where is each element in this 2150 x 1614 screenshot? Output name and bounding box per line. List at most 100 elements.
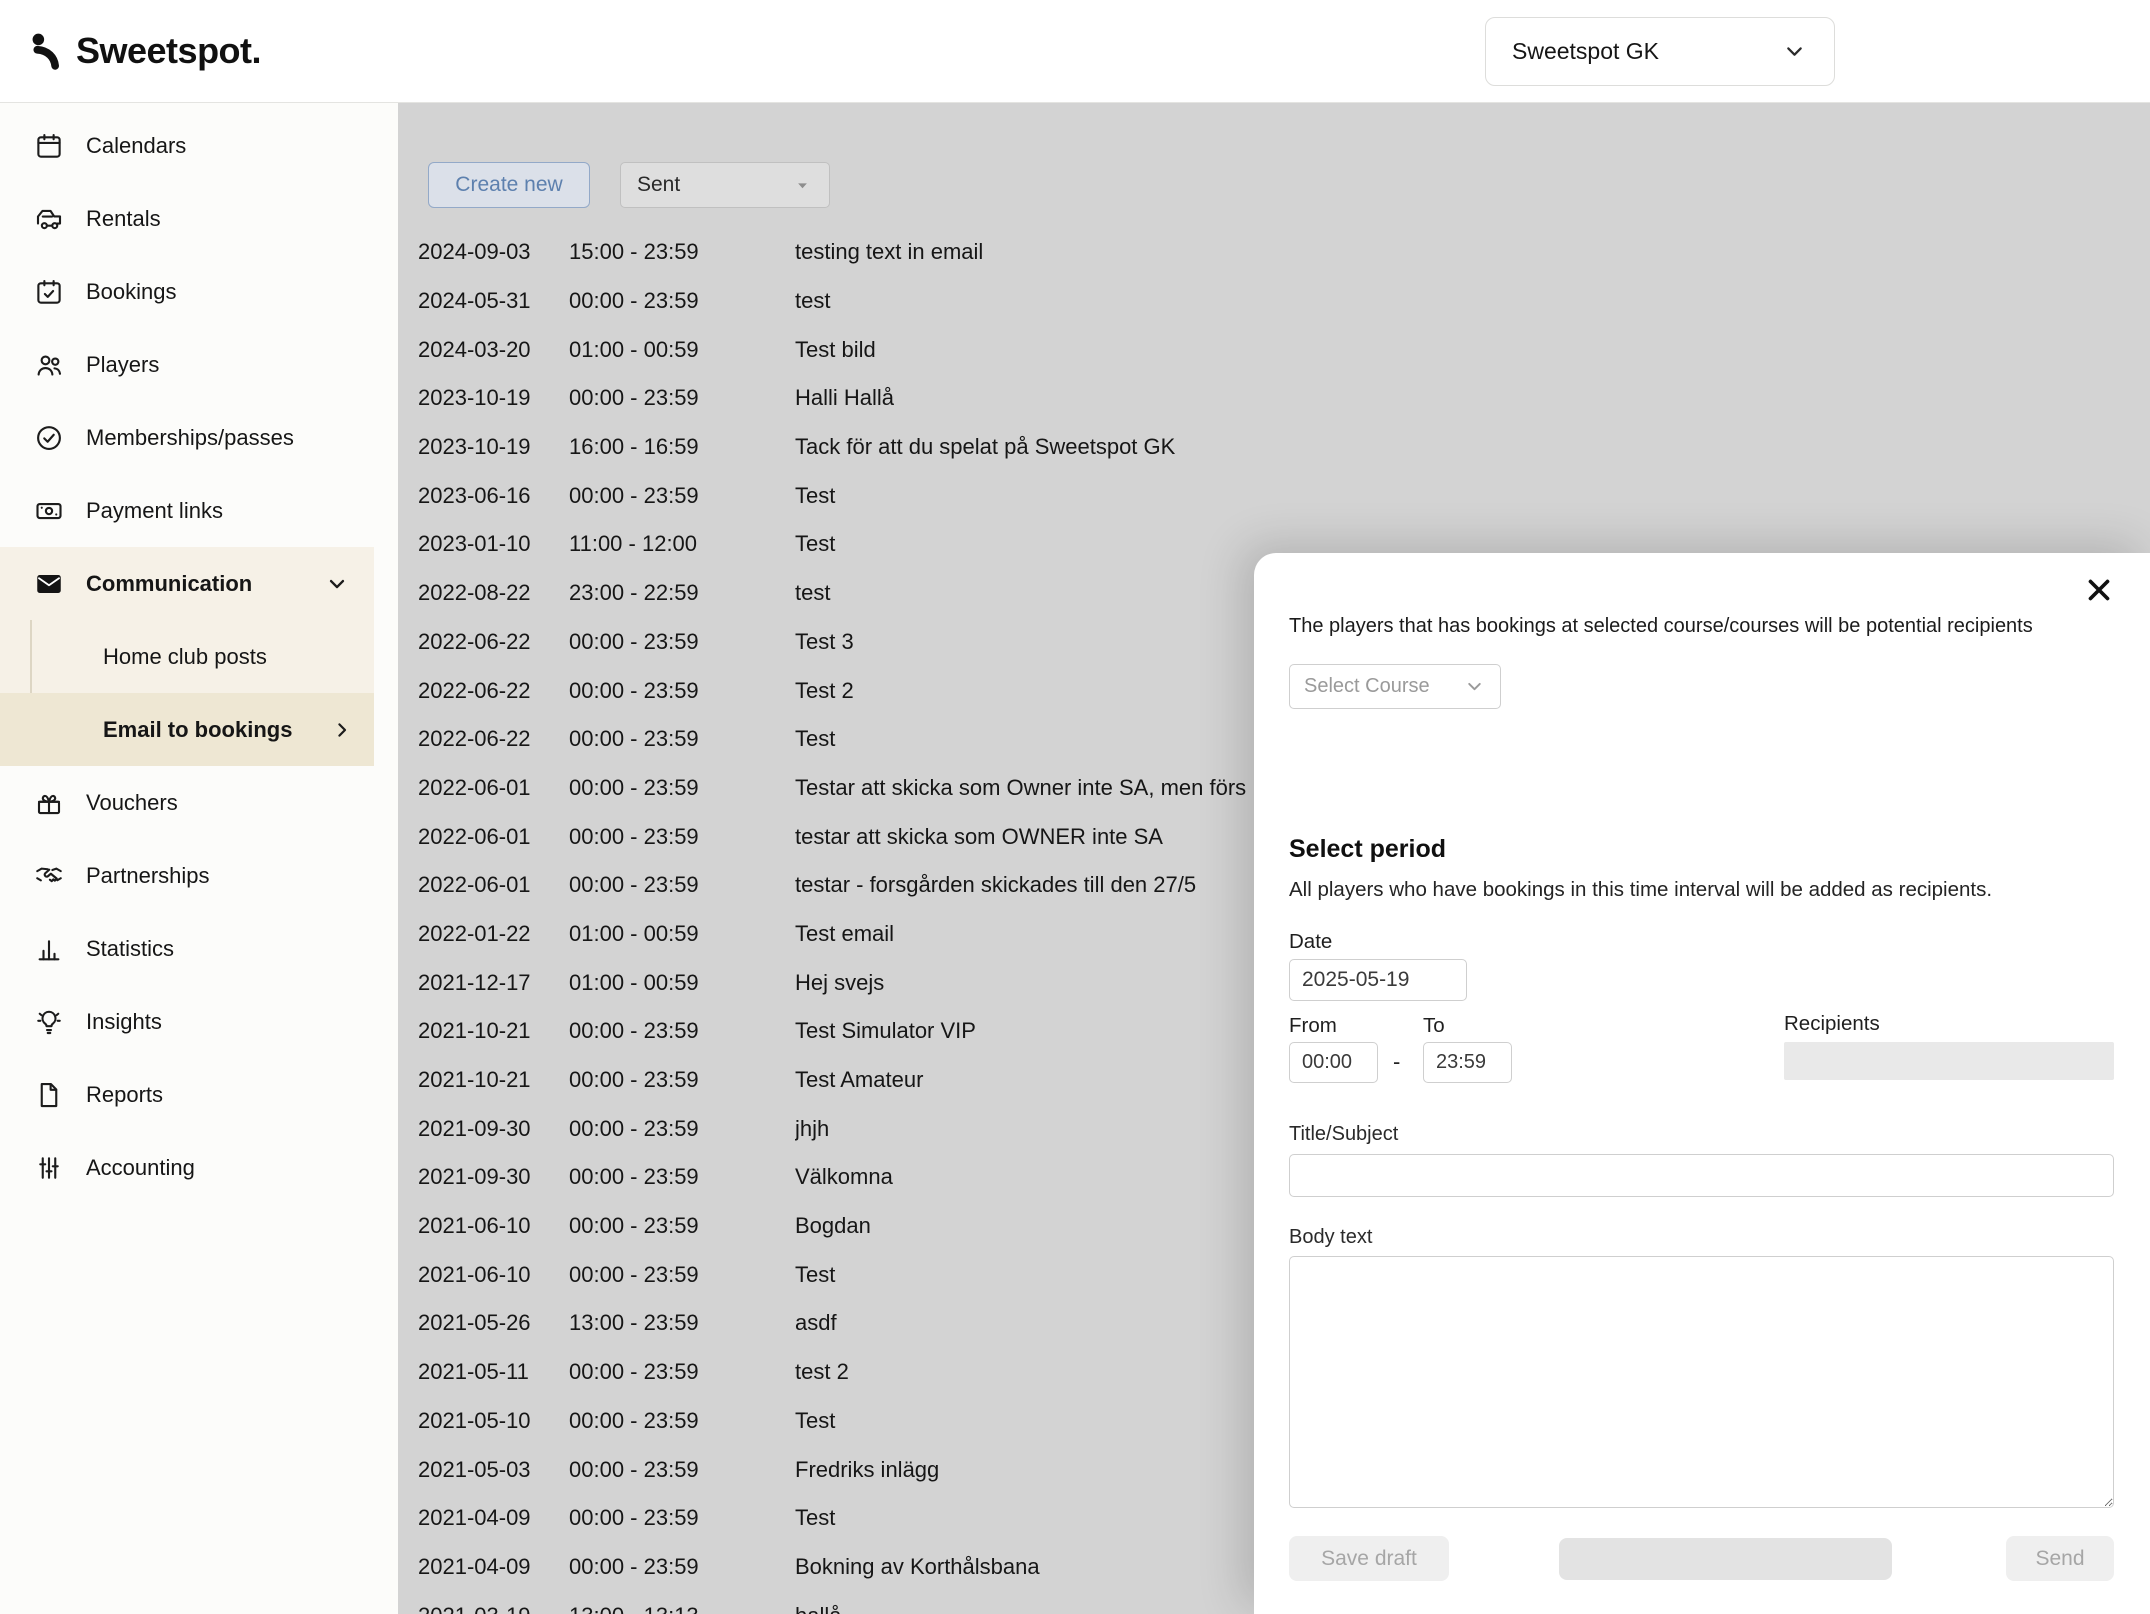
club-selector[interactable]: Sweetspot GK bbox=[1485, 17, 1835, 86]
email-date: 2022-08-22 bbox=[418, 580, 569, 606]
email-time: 00:00 - 23:59 bbox=[569, 824, 795, 850]
email-time: 15:00 - 23:59 bbox=[569, 239, 795, 265]
date-field[interactable] bbox=[1289, 959, 1467, 1001]
sidebar-item-memberships-passes[interactable]: Memberships/passes bbox=[0, 401, 398, 474]
email-subject: Test bbox=[795, 483, 2150, 509]
email-time: 00:00 - 23:59 bbox=[569, 1505, 795, 1531]
recipients-field[interactable] bbox=[1784, 1042, 2114, 1080]
to-label: To bbox=[1423, 1014, 1445, 1038]
create-new-button[interactable]: Create new bbox=[428, 162, 590, 208]
email-time: 00:00 - 23:59 bbox=[569, 1067, 795, 1093]
email-subject: Tack för att du spelat på Sweetspot GK bbox=[795, 434, 2150, 460]
email-time: 00:00 - 23:59 bbox=[569, 1116, 795, 1142]
status-filter-dropdown[interactable]: Sent bbox=[620, 162, 830, 208]
email-time: 00:00 - 23:59 bbox=[569, 288, 795, 314]
email-row[interactable]: 2023-10-1900:00 - 23:59Halli Hallå bbox=[398, 374, 2150, 423]
sidebar-item-vouchers[interactable]: Vouchers bbox=[0, 766, 398, 839]
email-date: 2021-10-21 bbox=[418, 1067, 569, 1093]
golf-cart-icon bbox=[34, 204, 64, 234]
handshake-icon bbox=[34, 861, 64, 891]
sweetspot-logo-icon bbox=[24, 28, 66, 74]
players-icon bbox=[34, 350, 64, 380]
sidebar: Calendars Rentals Bookings Players Membershi… bbox=[0, 103, 398, 1614]
sidebar-item-partnerships[interactable]: Partnerships bbox=[0, 839, 398, 912]
chevron-down-icon bbox=[324, 571, 350, 597]
email-row[interactable]: 2024-03-2001:00 - 00:59Test bild bbox=[398, 325, 2150, 374]
body-text-field[interactable] bbox=[1289, 1256, 2114, 1508]
to-time-field[interactable] bbox=[1423, 1042, 1512, 1083]
sidebar-item-label: Partnerships bbox=[86, 863, 210, 889]
date-label: Date bbox=[1289, 930, 1332, 954]
send-button[interactable]: Send bbox=[2006, 1536, 2114, 1581]
email-date: 2021-12-17 bbox=[418, 970, 569, 996]
sidebar-item-email-to-bookings[interactable]: Email to bookings bbox=[0, 693, 374, 766]
email-row[interactable]: 2023-10-1916:00 - 16:59Tack för att du s… bbox=[398, 423, 2150, 472]
compose-email-panel: The players that has bookings at selecte… bbox=[1254, 553, 2150, 1614]
email-date: 2023-06-16 bbox=[418, 483, 569, 509]
middle-action-button[interactable] bbox=[1559, 1538, 1892, 1580]
title-subject-field[interactable] bbox=[1289, 1154, 2114, 1197]
email-time: 00:00 - 23:59 bbox=[569, 629, 795, 655]
app-logo: Sweetspot. bbox=[24, 28, 261, 74]
sidebar-item-label: Accounting bbox=[86, 1155, 195, 1181]
sidebar-item-label: Payment links bbox=[86, 498, 223, 524]
email-row[interactable]: 2023-06-1600:00 - 23:59Test bbox=[398, 471, 2150, 520]
email-row[interactable]: 2024-05-3100:00 - 23:59test bbox=[398, 277, 2150, 326]
sidebar-item-players[interactable]: Players bbox=[0, 328, 398, 401]
dropdown-arrow-icon bbox=[792, 175, 813, 196]
chevron-right-icon bbox=[330, 718, 354, 742]
email-subject: testing text in email bbox=[795, 239, 2150, 265]
sidebar-item-communication[interactable]: Communication bbox=[0, 547, 374, 620]
email-date: 2021-05-10 bbox=[418, 1408, 569, 1434]
sidebar-item-calendars[interactable]: Calendars bbox=[0, 109, 398, 182]
select-period-description: All players who have bookings in this ti… bbox=[1289, 878, 1992, 902]
close-icon[interactable] bbox=[2076, 567, 2122, 613]
sidebar-item-label: Rentals bbox=[86, 206, 161, 232]
email-time: 00:00 - 23:59 bbox=[569, 1018, 795, 1044]
sidebar-item-label: Reports bbox=[86, 1082, 163, 1108]
email-date: 2024-03-20 bbox=[418, 337, 569, 363]
chevron-down-icon bbox=[1463, 675, 1486, 698]
app-logo-text: Sweetspot. bbox=[76, 30, 261, 72]
sliders-icon bbox=[34, 1153, 64, 1183]
email-time: 00:00 - 23:59 bbox=[569, 483, 795, 509]
sidebar-item-insights[interactable]: Insights bbox=[0, 985, 398, 1058]
chevron-down-icon bbox=[1781, 38, 1808, 65]
email-time: 00:00 - 23:59 bbox=[569, 385, 795, 411]
course-select-placeholder: Select Course bbox=[1304, 675, 1430, 698]
sidebar-item-payment-links[interactable]: Payment links bbox=[0, 474, 398, 547]
sidebar-item-label: Vouchers bbox=[86, 790, 178, 816]
sidebar-item-home-club-posts[interactable]: Home club posts bbox=[0, 620, 374, 693]
banknote-icon bbox=[34, 496, 64, 526]
sidebar-subitem-label: Home club posts bbox=[103, 644, 267, 670]
sidebar-item-label: Bookings bbox=[86, 279, 177, 305]
email-subject: Halli Hallå bbox=[795, 385, 2150, 411]
email-time: 01:00 - 00:59 bbox=[569, 921, 795, 947]
email-date: 2021-04-09 bbox=[418, 1505, 569, 1531]
body-text-label: Body text bbox=[1289, 1226, 1372, 1249]
email-time: 00:00 - 23:59 bbox=[569, 872, 795, 898]
sidebar-item-statistics[interactable]: Statistics bbox=[0, 912, 398, 985]
communication-group: Communication Home club posts Email to b… bbox=[0, 547, 374, 766]
email-subject: test bbox=[795, 288, 2150, 314]
sidebar-item-label: Communication bbox=[86, 571, 252, 597]
badge-check-icon bbox=[34, 423, 64, 453]
sidebar-item-reports[interactable]: Reports bbox=[0, 1058, 398, 1131]
top-bar: Sweetspot. Sweetspot GK bbox=[0, 0, 2150, 103]
email-time: 00:00 - 23:59 bbox=[569, 1262, 795, 1288]
sidebar-item-bookings[interactable]: Bookings bbox=[0, 255, 398, 328]
email-row[interactable]: 2024-09-0315:00 - 23:59testing text in e… bbox=[398, 228, 2150, 277]
email-time: 00:00 - 23:59 bbox=[569, 678, 795, 704]
email-time: 00:00 - 23:59 bbox=[569, 1457, 795, 1483]
sidebar-item-rentals[interactable]: Rentals bbox=[0, 182, 398, 255]
sidebar-item-accounting[interactable]: Accounting bbox=[0, 1131, 398, 1204]
sidebar-item-label: Players bbox=[86, 352, 159, 378]
save-draft-button[interactable]: Save draft bbox=[1289, 1536, 1449, 1581]
email-date: 2022-06-01 bbox=[418, 824, 569, 850]
title-subject-label: Title/Subject bbox=[1289, 1123, 1398, 1146]
from-time-field[interactable] bbox=[1289, 1042, 1378, 1083]
course-select-dropdown[interactable]: Select Course bbox=[1289, 664, 1501, 709]
email-date: 2021-04-09 bbox=[418, 1554, 569, 1580]
email-date: 2024-05-31 bbox=[418, 288, 569, 314]
email-time: 13:00 - 23:59 bbox=[569, 1310, 795, 1336]
